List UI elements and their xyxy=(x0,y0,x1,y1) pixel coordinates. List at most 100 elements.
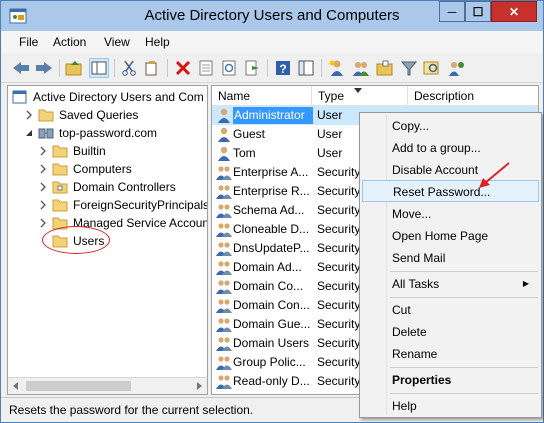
column-header-name[interactable]: Name xyxy=(212,86,312,106)
group-icon xyxy=(216,299,232,313)
list-item-name: Domain Users xyxy=(233,336,310,350)
delete-icon[interactable] xyxy=(173,58,193,78)
list-item-name: Domain Co... xyxy=(233,279,304,293)
chevron-right-icon xyxy=(40,200,46,210)
refresh-icon[interactable] xyxy=(219,58,239,78)
close-button[interactable]: ✕ xyxy=(491,1,537,22)
tree-item-saved-queries[interactable]: Saved Queries xyxy=(24,106,138,124)
list-item-name: Guest xyxy=(233,127,266,141)
context-item-reset-password[interactable]: Reset Password... xyxy=(362,180,539,202)
menu-action[interactable]: Action xyxy=(53,35,86,49)
new-user-icon[interactable] xyxy=(327,58,347,78)
domain-icon xyxy=(38,128,54,139)
user-icon xyxy=(218,127,230,142)
group-icon xyxy=(216,223,232,237)
console-icon[interactable] xyxy=(296,58,316,78)
minimize-button[interactable]: ─ xyxy=(439,1,465,22)
tree-root-label: Active Directory Users and Com xyxy=(33,90,204,104)
context-item-all-tasks[interactable]: All Tasks ▶ xyxy=(362,273,539,295)
tree-item-label: ForeignSecurityPrincipals xyxy=(73,198,208,212)
group-icon xyxy=(216,375,232,389)
list-item-name: Administrator xyxy=(233,107,313,124)
tree-item-domain[interactable]: top-password.com xyxy=(24,124,157,142)
list-item-name: Read-only D... xyxy=(233,374,310,388)
find-icon[interactable] xyxy=(422,58,442,78)
menu-bar: File Action View Help xyxy=(1,31,543,53)
list-item-name: Domain Con... xyxy=(233,298,310,312)
menu-view[interactable]: View xyxy=(104,35,130,49)
tree-item-computers[interactable]: Computers xyxy=(38,160,132,178)
folder-icon xyxy=(52,199,68,212)
add-to-group-icon[interactable] xyxy=(446,58,466,78)
maximize-button[interactable]: ☐ xyxy=(465,1,491,22)
group-icon xyxy=(216,318,232,332)
filter-icon[interactable] xyxy=(399,58,419,78)
menu-file[interactable]: File xyxy=(19,35,38,49)
properties-icon[interactable] xyxy=(196,58,216,78)
tree-item-domain-controllers[interactable]: Domain Controllers xyxy=(38,178,176,196)
context-item-cut[interactable]: Cut xyxy=(362,299,539,321)
context-item-delete[interactable]: Delete xyxy=(362,321,539,343)
tree-item-label: top-password.com xyxy=(59,126,158,140)
show-tree-icon[interactable] xyxy=(89,58,109,78)
menu-help[interactable]: Help xyxy=(145,35,170,49)
column-header-description[interactable]: Description xyxy=(408,86,538,106)
annotation-arrow xyxy=(479,162,510,188)
cut-icon[interactable] xyxy=(119,58,139,78)
scroll-right-icon[interactable] xyxy=(195,382,203,390)
svg-text:?: ? xyxy=(279,62,286,76)
tree-item-foreign-security-principals[interactable]: ForeignSecurityPrincipals xyxy=(38,196,208,214)
new-group-icon[interactable] xyxy=(351,58,371,78)
group-icon xyxy=(216,356,232,370)
tree-item-builtin[interactable]: Builtin xyxy=(38,142,106,160)
context-menu: Copy... Add to a group... Disable Accoun… xyxy=(359,112,542,418)
scrollbar-thumb[interactable] xyxy=(26,381,131,391)
group-icon xyxy=(216,261,232,275)
context-item-send-mail[interactable]: Send Mail xyxy=(362,247,539,269)
chevron-right-icon xyxy=(40,182,46,192)
tree-item-label: Builtin xyxy=(73,144,106,158)
folder-icon xyxy=(52,163,68,176)
back-icon[interactable] xyxy=(11,58,31,78)
list-item-name: Cloneable D... xyxy=(233,222,310,236)
tree-item-label: Domain Controllers xyxy=(73,180,176,194)
context-item-copy[interactable]: Copy... xyxy=(362,115,539,137)
context-item-rename[interactable]: Rename xyxy=(362,343,539,365)
status-text: Resets the password for the current sele… xyxy=(9,403,254,417)
tree-horizontal-scrollbar[interactable] xyxy=(8,377,207,394)
new-ou-icon[interactable] xyxy=(375,58,395,78)
title-bar[interactable]: Active Directory Users and Computers ─ ☐… xyxy=(1,1,543,31)
chevron-right-icon xyxy=(40,218,46,228)
annotation-circle xyxy=(42,226,110,254)
export-icon[interactable] xyxy=(242,58,262,78)
list-item-name: Group Polic... xyxy=(233,355,306,369)
group-icon xyxy=(216,337,232,351)
submenu-arrow-icon: ▶ xyxy=(522,279,529,288)
group-icon xyxy=(216,242,232,256)
context-item-disable-account[interactable]: Disable Account xyxy=(362,159,539,181)
folder-icon xyxy=(52,145,68,158)
column-header-type[interactable]: Type xyxy=(312,86,408,106)
copy-icon[interactable] xyxy=(142,58,162,78)
tree-root[interactable]: Active Directory Users and Com xyxy=(12,88,204,106)
folder-icon xyxy=(38,109,54,122)
context-item-properties[interactable]: Properties xyxy=(362,369,539,391)
context-item-open-home-page[interactable]: Open Home Page xyxy=(362,225,539,247)
user-icon xyxy=(218,108,230,123)
app-window: Active Directory Users and Computers ─ ☐… xyxy=(0,0,544,423)
scroll-left-icon[interactable] xyxy=(12,382,20,390)
list-item-name: Enterprise A... xyxy=(233,165,309,179)
list-item-name: Domain Gue... xyxy=(233,317,311,331)
list-item-name: Domain Ad... xyxy=(233,260,302,274)
help-icon[interactable]: ? xyxy=(273,58,293,78)
group-icon xyxy=(216,204,232,218)
tree-item-label: Saved Queries xyxy=(59,108,139,122)
group-icon xyxy=(216,166,232,180)
up-folder-icon[interactable] xyxy=(64,58,84,78)
chevron-down-icon xyxy=(26,130,32,136)
tree-item-label: Computers xyxy=(73,162,132,176)
context-item-move[interactable]: Move... xyxy=(362,203,539,225)
forward-icon[interactable] xyxy=(34,58,54,78)
context-item-help[interactable]: Help xyxy=(362,395,539,417)
context-item-add-to-group[interactable]: Add to a group... xyxy=(362,137,539,159)
